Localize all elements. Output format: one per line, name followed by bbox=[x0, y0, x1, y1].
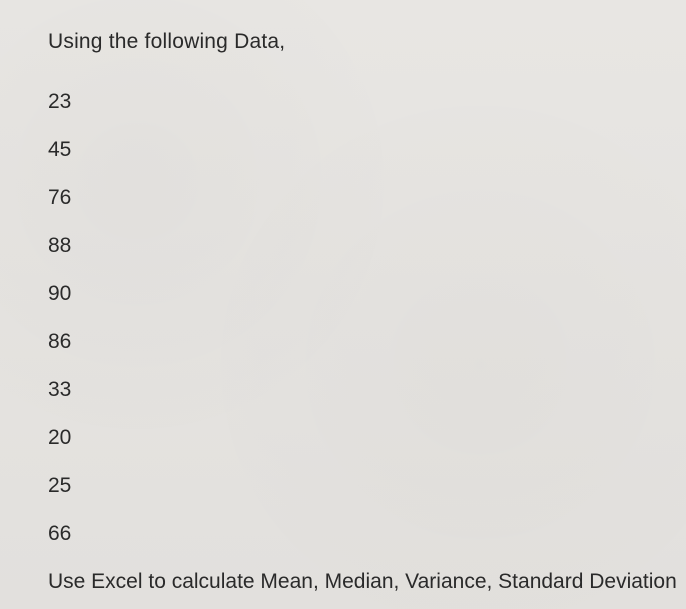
data-value: 33 bbox=[48, 366, 686, 414]
question-heading: Using the following Data, bbox=[48, 30, 686, 54]
data-value: 45 bbox=[48, 126, 686, 174]
data-value: 20 bbox=[48, 414, 686, 462]
data-value: 90 bbox=[48, 270, 686, 318]
instruction-text: Use Excel to calculate Mean, Median, Var… bbox=[48, 570, 686, 594]
data-value: 25 bbox=[48, 462, 686, 510]
data-value: 66 bbox=[48, 510, 686, 558]
data-value: 23 bbox=[48, 78, 686, 126]
data-value: 76 bbox=[48, 174, 686, 222]
data-values-list: 23 45 76 88 90 86 33 20 25 66 bbox=[48, 78, 686, 558]
data-value: 88 bbox=[48, 222, 686, 270]
data-value: 86 bbox=[48, 318, 686, 366]
